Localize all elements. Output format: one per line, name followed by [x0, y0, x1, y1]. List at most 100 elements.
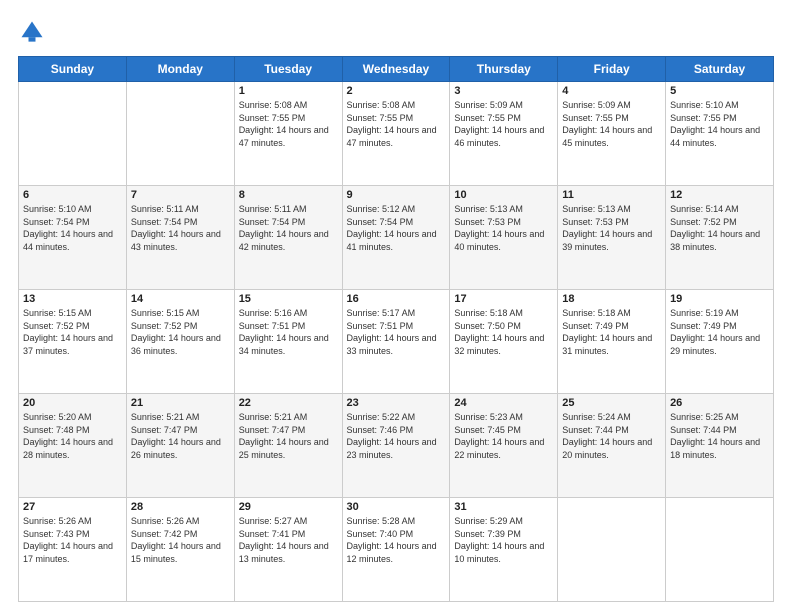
calendar-cell: 27Sunrise: 5:26 AM Sunset: 7:43 PM Dayli… [19, 498, 127, 602]
calendar-cell: 31Sunrise: 5:29 AM Sunset: 7:39 PM Dayli… [450, 498, 558, 602]
day-info: Sunrise: 5:16 AM Sunset: 7:51 PM Dayligh… [239, 307, 338, 357]
calendar-cell: 7 Sunrise: 5:11 AM Sunset: 7:54 PM Daylig… [126, 186, 234, 290]
calendar-cell: 16 Sunrise: 5:17 AM Sunset: 7:51 PM Dayli… [342, 290, 450, 394]
day-number: 19 [670, 293, 769, 305]
calendar-cell: 23 Sunrise: 5:22 AM Sunset: 7:46 PM Dayli… [342, 394, 450, 498]
day-number: 2 [347, 85, 446, 97]
calendar-cell: 6 Sunrise: 5:10 AM Sunset: 7:54 PM Daylig… [19, 186, 127, 290]
day-info: Sunrise: 5:29 AM Sunset: 7:39 PM Dayligh… [454, 515, 553, 565]
calendar-dow-tuesday: Tuesday [234, 57, 342, 82]
day-info: Sunrise: 5:15 AM Sunset: 7:52 PM Dayligh… [131, 307, 230, 357]
day-number: 22 [239, 397, 338, 409]
calendar-cell: 22 Sunrise: 5:21 AM Sunset: 7:47 PM Dayli… [234, 394, 342, 498]
day-info: Sunrise: 5:23 AM Sunset: 7:45 PM Dayligh… [454, 411, 553, 461]
calendar-cell: 8Sunrise: 5:11 AM Sunset: 7:54 PM Daylig… [234, 186, 342, 290]
day-number: 25 [562, 397, 661, 409]
calendar-dow-monday: Monday [126, 57, 234, 82]
day-number: 14 [131, 293, 230, 305]
calendar-cell: 14 Sunrise: 5:15 AM Sunset: 7:52 PM Dayli… [126, 290, 234, 394]
day-info: Sunrise: 5:14 AM Sunset: 7:52 PM Dayligh… [670, 203, 769, 253]
calendar-cell: 10Sunrise: 5:13 AM Sunset: 7:53 PM Dayli… [450, 186, 558, 290]
day-number: 17 [454, 293, 553, 305]
calendar-cell: 4 Sunrise: 5:09 AM Sunset: 7:55 PM Daylig… [558, 82, 666, 186]
day-number: 8 [239, 189, 338, 201]
calendar-cell: 9 Sunrise: 5:12 AM Sunset: 7:54 PM Daylig… [342, 186, 450, 290]
day-info: Sunrise: 5:13 AM Sunset: 7:53 PM Dayligh… [562, 203, 661, 253]
day-number: 13 [23, 293, 122, 305]
day-number: 15 [239, 293, 338, 305]
calendar-cell [19, 82, 127, 186]
day-info: Sunrise: 5:22 AM Sunset: 7:46 PM Dayligh… [347, 411, 446, 461]
day-info: Sunrise: 5:21 AM Sunset: 7:47 PM Dayligh… [239, 411, 338, 461]
day-info: Sunrise: 5:28 AM Sunset: 7:40 PM Dayligh… [347, 515, 446, 565]
calendar-dow-thursday: Thursday [450, 57, 558, 82]
calendar-dow-sunday: Sunday [19, 57, 127, 82]
calendar-week-2: 6 Sunrise: 5:10 AM Sunset: 7:54 PM Daylig… [19, 186, 774, 290]
day-number: 11 [562, 189, 661, 201]
calendar-cell: 26 Sunrise: 5:25 AM Sunset: 7:44 PM Dayli… [666, 394, 774, 498]
calendar-week-4: 20 Sunrise: 5:20 AM Sunset: 7:48 PM Dayli… [19, 394, 774, 498]
calendar-cell: 18 Sunrise: 5:18 AM Sunset: 7:49 PM Dayli… [558, 290, 666, 394]
day-info: Sunrise: 5:15 AM Sunset: 7:52 PM Dayligh… [23, 307, 122, 357]
calendar-cell: 12Sunrise: 5:14 AM Sunset: 7:52 PM Dayli… [666, 186, 774, 290]
day-number: 18 [562, 293, 661, 305]
day-info: Sunrise: 5:20 AM Sunset: 7:48 PM Dayligh… [23, 411, 122, 461]
calendar-cell: 3Sunrise: 5:09 AM Sunset: 7:55 PM Daylig… [450, 82, 558, 186]
day-number: 30 [347, 501, 446, 513]
page: SundayMondayTuesdayWednesdayThursdayFrid… [0, 0, 792, 612]
calendar-week-3: 13 Sunrise: 5:15 AM Sunset: 7:52 PM Dayli… [19, 290, 774, 394]
day-info: Sunrise: 5:13 AM Sunset: 7:53 PM Dayligh… [454, 203, 553, 253]
calendar-week-5: 27Sunrise: 5:26 AM Sunset: 7:43 PM Dayli… [19, 498, 774, 602]
day-number: 26 [670, 397, 769, 409]
calendar-cell [126, 82, 234, 186]
calendar-week-1: 1 Sunrise: 5:08 AM Sunset: 7:55 PM Daylig… [19, 82, 774, 186]
day-info: Sunrise: 5:17 AM Sunset: 7:51 PM Dayligh… [347, 307, 446, 357]
day-info: Sunrise: 5:10 AM Sunset: 7:55 PM Dayligh… [670, 99, 769, 149]
day-info: Sunrise: 5:24 AM Sunset: 7:44 PM Dayligh… [562, 411, 661, 461]
day-info: Sunrise: 5:08 AM Sunset: 7:55 PM Dayligh… [347, 99, 446, 149]
day-number: 16 [347, 293, 446, 305]
day-info: Sunrise: 5:27 AM Sunset: 7:41 PM Dayligh… [239, 515, 338, 565]
day-number: 1 [239, 85, 338, 97]
day-number: 21 [131, 397, 230, 409]
day-info: Sunrise: 5:12 AM Sunset: 7:54 PM Dayligh… [347, 203, 446, 253]
day-info: Sunrise: 5:18 AM Sunset: 7:50 PM Dayligh… [454, 307, 553, 357]
calendar-cell: 20 Sunrise: 5:20 AM Sunset: 7:48 PM Dayli… [19, 394, 127, 498]
calendar-cell [558, 498, 666, 602]
day-info: Sunrise: 5:25 AM Sunset: 7:44 PM Dayligh… [670, 411, 769, 461]
day-number: 27 [23, 501, 122, 513]
day-number: 9 [347, 189, 446, 201]
calendar-cell: 19Sunrise: 5:19 AM Sunset: 7:49 PM Dayli… [666, 290, 774, 394]
calendar-cell: 25 Sunrise: 5:24 AM Sunset: 7:44 PM Dayli… [558, 394, 666, 498]
day-number: 28 [131, 501, 230, 513]
calendar-cell: 11 Sunrise: 5:13 AM Sunset: 7:53 PM Dayli… [558, 186, 666, 290]
day-number: 20 [23, 397, 122, 409]
day-info: Sunrise: 5:10 AM Sunset: 7:54 PM Dayligh… [23, 203, 122, 253]
day-info: Sunrise: 5:08 AM Sunset: 7:55 PM Dayligh… [239, 99, 338, 149]
calendar-dow-wednesday: Wednesday [342, 57, 450, 82]
day-number: 5 [670, 85, 769, 97]
calendar-cell [666, 498, 774, 602]
calendar-cell: 13 Sunrise: 5:15 AM Sunset: 7:52 PM Dayli… [19, 290, 127, 394]
calendar-cell: 28Sunrise: 5:26 AM Sunset: 7:42 PM Dayli… [126, 498, 234, 602]
day-info: Sunrise: 5:09 AM Sunset: 7:55 PM Dayligh… [562, 99, 661, 149]
logo [18, 18, 50, 46]
header [18, 18, 774, 46]
day-number: 7 [131, 189, 230, 201]
logo-icon [18, 18, 46, 46]
day-number: 23 [347, 397, 446, 409]
calendar-cell: 1 Sunrise: 5:08 AM Sunset: 7:55 PM Daylig… [234, 82, 342, 186]
day-number: 24 [454, 397, 553, 409]
day-number: 3 [454, 85, 553, 97]
day-number: 4 [562, 85, 661, 97]
calendar-cell: 15 Sunrise: 5:16 AM Sunset: 7:51 PM Dayli… [234, 290, 342, 394]
calendar-cell: 5 Sunrise: 5:10 AM Sunset: 7:55 PM Daylig… [666, 82, 774, 186]
day-info: Sunrise: 5:18 AM Sunset: 7:49 PM Dayligh… [562, 307, 661, 357]
calendar-cell: 17 Sunrise: 5:18 AM Sunset: 7:50 PM Dayli… [450, 290, 558, 394]
calendar-cell: 24 Sunrise: 5:23 AM Sunset: 7:45 PM Dayli… [450, 394, 558, 498]
calendar-cell: 21Sunrise: 5:21 AM Sunset: 7:47 PM Dayli… [126, 394, 234, 498]
day-number: 6 [23, 189, 122, 201]
calendar-dow-friday: Friday [558, 57, 666, 82]
day-number: 29 [239, 501, 338, 513]
day-info: Sunrise: 5:11 AM Sunset: 7:54 PM Dayligh… [131, 203, 230, 253]
